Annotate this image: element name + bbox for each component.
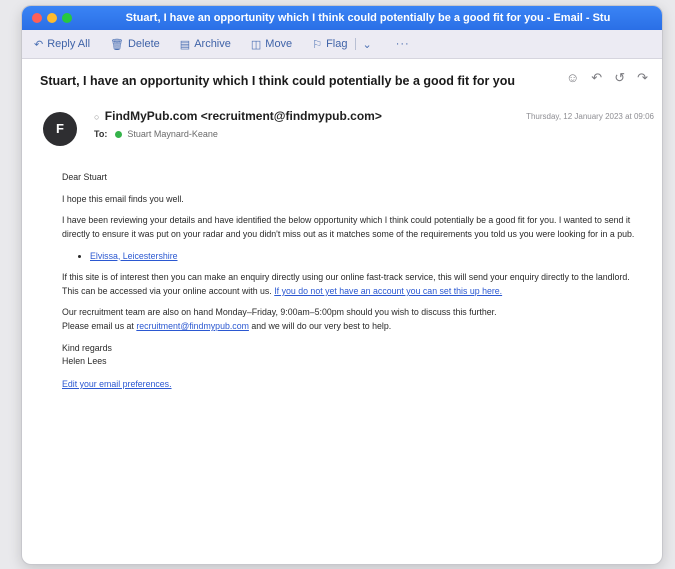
email-preferences-link[interactable]: Edit your email preferences. xyxy=(62,379,172,389)
message-header-actions: ☺ ↶ ↺ ↷ xyxy=(554,70,648,86)
contact-prefix-text: Please email us at xyxy=(62,321,134,331)
maximize-window-button[interactable] xyxy=(62,13,72,23)
folder-move-icon: ◫ xyxy=(250,38,262,51)
smiley-icon[interactable]: ☺ xyxy=(566,70,579,86)
signature-block: Kind regards Helen Lees xyxy=(62,342,642,369)
reply-all-icon[interactable]: ↺ xyxy=(614,70,625,86)
recruitment-email-link[interactable]: recruitment@findmypub.com xyxy=(136,321,249,331)
signature-name: Helen Lees xyxy=(62,356,107,367)
sender-status-icon: ○ xyxy=(94,112,100,122)
archive-icon: ▤ xyxy=(179,38,191,51)
opportunity-link[interactable]: Elvissa, Leicestershire xyxy=(90,251,178,261)
delete-label: Delete xyxy=(127,38,160,50)
mail-window: Stuart, I have an opportunity which I th… xyxy=(22,6,662,564)
move-button[interactable]: ◫ Move xyxy=(251,38,292,51)
chevron-down-icon: ⌄ xyxy=(362,38,372,51)
to-label: To: xyxy=(94,129,108,139)
opportunity-list: Elvissa, Leicestershire xyxy=(62,250,642,264)
sender[interactable]: ○ FindMyPub.com <recruitment@findmypub.c… xyxy=(94,109,382,123)
sender-avatar: F xyxy=(43,112,77,146)
toolbar-divider xyxy=(355,38,357,50)
archive-button[interactable]: ▤ Archive xyxy=(180,38,231,51)
recipient-name[interactable]: Stuart Maynard-Keane xyxy=(127,129,218,139)
recipients: To: Stuart Maynard-Keane xyxy=(94,129,218,139)
more-actions-button[interactable]: ··· xyxy=(396,38,410,50)
contact-hours-text: Our recruitment team are also on hand Mo… xyxy=(62,307,497,318)
greeting: Dear Stuart xyxy=(62,172,107,182)
flag-options-dropdown[interactable]: ⌄ xyxy=(362,38,375,51)
regards-text: Kind regards xyxy=(62,342,112,353)
enquiry-paragraph: If this site is of interest then you can… xyxy=(62,271,642,298)
reply-all-button[interactable]: ↶ Reply All xyxy=(34,38,90,51)
move-label: Move xyxy=(265,38,293,50)
intro-line: I hope this email finds you well. xyxy=(62,193,184,204)
message-date: Thursday, 12 January 2023 at 09:06 xyxy=(526,112,654,121)
trash-icon: 🗑 xyxy=(110,38,124,51)
close-window-button[interactable] xyxy=(32,13,42,23)
opportunity-paragraph: I have been reviewing your details and h… xyxy=(62,215,635,239)
recipient-status-icon xyxy=(114,131,122,138)
flag-icon: ⚐ xyxy=(312,38,323,51)
flag-label: Flag xyxy=(326,38,348,50)
reply-all-label: Reply All xyxy=(47,38,91,50)
delete-button[interactable]: 🗑 Delete xyxy=(110,38,160,51)
window-title: Stuart, I have an opportunity which I th… xyxy=(125,12,611,24)
title-bar[interactable]: Stuart, I have an opportunity which I th… xyxy=(22,6,662,30)
list-item: Elvissa, Leicestershire xyxy=(90,250,642,264)
flag-button[interactable]: ⚐ Flag xyxy=(312,38,347,51)
forward-icon[interactable]: ↷ xyxy=(637,70,648,86)
email-body: Dear Stuart I hope this email finds you … xyxy=(62,171,642,392)
contact-suffix-text: and we will do our very best to help. xyxy=(251,321,392,331)
minimize-window-button[interactable] xyxy=(47,13,57,23)
archive-label: Archive xyxy=(194,38,231,50)
reply-all-icon: ↶ xyxy=(34,38,44,51)
create-account-link[interactable]: If you do not yet have an account you ca… xyxy=(274,286,502,296)
reply-icon[interactable]: ↶ xyxy=(591,70,602,86)
contact-paragraph: Our recruitment team are also on hand Mo… xyxy=(62,306,642,333)
sender-address: FindMyPub.com <recruitment@findmypub.com… xyxy=(104,109,382,123)
message-toolbar: ↶ Reply All 🗑 Delete ▤ Archive ◫ Move ⚐ … xyxy=(22,30,662,59)
email-subject: Stuart, I have an opportunity which I th… xyxy=(40,74,516,88)
